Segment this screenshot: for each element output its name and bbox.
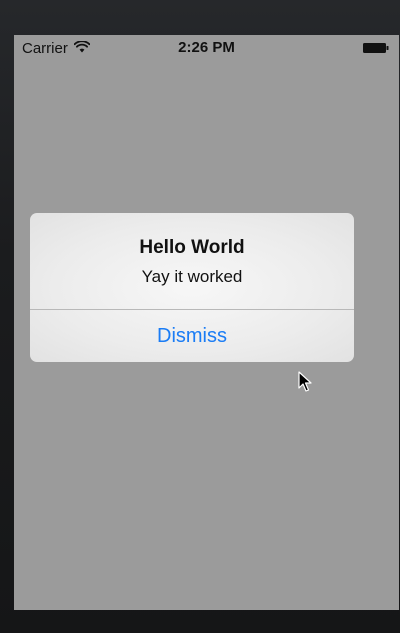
alert-dialog: Hello World Yay it worked Dismiss — [30, 213, 354, 362]
status-bar: Carrier 2:26 PM — [14, 35, 399, 61]
status-time: 2:26 PM — [178, 39, 235, 56]
device-frame: Carrier 2:26 PM Hello World Yay it worke… — [0, 0, 400, 633]
mouse-cursor-icon — [298, 371, 312, 392]
battery-icon — [363, 43, 389, 53]
dismiss-button[interactable]: Dismiss — [30, 310, 354, 362]
alert-message: Yay it worked — [141, 267, 243, 286]
alert-title: Hello World — [139, 237, 245, 258]
